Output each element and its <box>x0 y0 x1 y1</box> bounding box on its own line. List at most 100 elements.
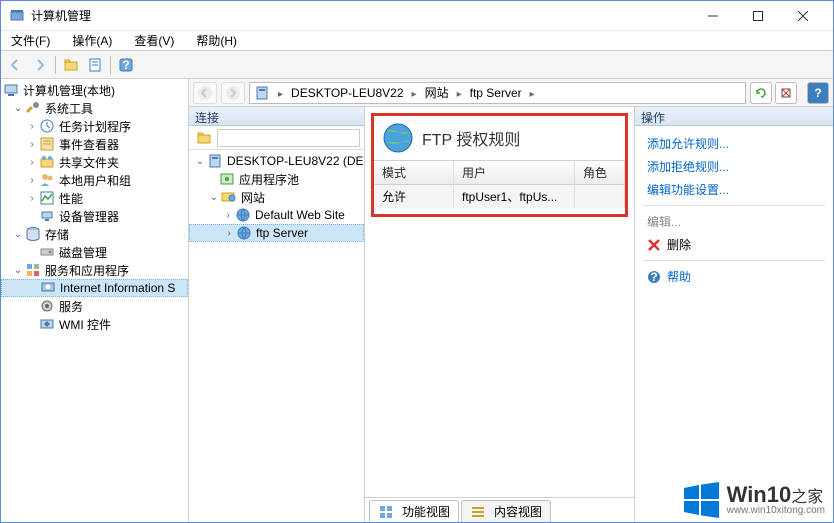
tree-iis[interactable]: Internet Information S <box>1 279 188 297</box>
connections-header: 连接 <box>189 107 364 126</box>
action-delete[interactable]: 删除 <box>635 233 833 256</box>
menu-bar: 文件(F) 操作(A) 查看(V) 帮助(H) <box>1 31 833 51</box>
sites-folder-icon <box>221 189 237 205</box>
maximize-button[interactable] <box>735 2 780 30</box>
crumb-ftpserver[interactable]: ftp Server <box>466 86 526 100</box>
col-mode-header[interactable]: 模式 <box>374 161 454 185</box>
refresh-all-button[interactable] <box>750 82 772 104</box>
device-icon <box>39 208 55 224</box>
table-header-row: 模式 用户 角色 <box>374 161 625 185</box>
collapse-icon[interactable]: ⌄ <box>11 103 25 114</box>
crumb-host[interactable]: DESKTOP-LEU8V22 <box>287 86 408 100</box>
tab-feature-label: 功能视图 <box>402 503 450 520</box>
collapse-icon[interactable]: ⌄ <box>207 192 221 203</box>
close-button[interactable] <box>780 2 825 30</box>
help-button[interactable]: ? <box>807 82 829 104</box>
conn-app-pools[interactable]: 应用程序池 <box>189 170 364 188</box>
tree-root[interactable]: 计算机管理(本地) <box>1 81 188 99</box>
tree-system-tools[interactable]: ⌄ 系统工具 <box>1 99 188 117</box>
chevron-right-icon <box>276 86 285 100</box>
nav-forward-button[interactable] <box>29 54 51 76</box>
expand-icon[interactable]: › <box>25 139 39 150</box>
iis-icon <box>40 280 56 296</box>
ftp-rules-box: FTP 授权规则 模式 用户 角色 允许 ftpUser1、ftpUs... <box>371 113 628 217</box>
action-help[interactable]: ? 帮助 <box>635 265 833 288</box>
breadcrumb-back-button[interactable] <box>193 82 217 104</box>
minimize-button[interactable] <box>690 2 735 30</box>
col-role-header[interactable]: 角色 <box>575 161 625 185</box>
server-icon <box>207 153 223 169</box>
menu-operate[interactable]: 操作(A) <box>68 31 116 50</box>
expand-icon[interactable]: › <box>25 121 39 132</box>
toolbar-help-icon[interactable]: ? <box>115 54 137 76</box>
left-tree-panel[interactable]: 计算机管理(本地) ⌄ 系统工具 › 任务计划程序 › 事件查看器 › 共享文件… <box>1 79 189 522</box>
ftp-title-row: FTP 授权规则 <box>374 116 625 160</box>
col-user-header[interactable]: 用户 <box>454 161 575 185</box>
tree-device-manager[interactable]: 设备管理器 <box>1 207 188 225</box>
expand-icon[interactable]: › <box>25 175 39 186</box>
action-add-allow[interactable]: 添加允许规则... <box>635 132 833 155</box>
tree-task-scheduler[interactable]: › 任务计划程序 <box>1 117 188 135</box>
connections-tree[interactable]: ⌄ DESKTOP-LEU8V22 (DE 应用程序池 ⌄ 网站 › <box>189 150 364 522</box>
tree-performance[interactable]: › 性能 <box>1 189 188 207</box>
tree-disk-mgmt[interactable]: 磁盘管理 <box>1 243 188 261</box>
tree-wmi[interactable]: WMI 控件 <box>1 315 188 333</box>
expand-icon[interactable]: › <box>25 193 39 204</box>
toolbar: ? <box>1 51 833 79</box>
stop-button[interactable] <box>775 82 797 104</box>
action-edit-feature[interactable]: 编辑功能设置... <box>635 178 833 201</box>
tree-services[interactable]: 服务 <box>1 297 188 315</box>
tree-services-apps[interactable]: ⌄ 服务和应用程序 <box>1 261 188 279</box>
center-panel: FTP 授权规则 模式 用户 角色 允许 ftpUser1、ftpUs... <box>365 107 635 522</box>
connections-panel: 连接 ⌄ DESKTOP-LEU8V22 (DE 应用程序池 <box>189 107 365 522</box>
wmi-icon <box>39 316 55 332</box>
action-add-deny[interactable]: 添加拒绝规则... <box>635 155 833 178</box>
svg-text:?: ? <box>122 58 129 72</box>
tree-event-viewer[interactable]: › 事件查看器 <box>1 135 188 153</box>
actions-header: 操作 <box>635 107 833 126</box>
breadcrumb-forward-button[interactable] <box>221 82 245 104</box>
expand-icon[interactable]: › <box>222 228 236 239</box>
tree-storage[interactable]: ⌄ 存储 <box>1 225 188 243</box>
menu-file[interactable]: 文件(F) <box>7 31 54 50</box>
toolbar-properties-icon[interactable] <box>84 54 106 76</box>
conn-ftp-site[interactable]: › ftp Server <box>189 224 364 242</box>
crumb-sites[interactable]: 网站 <box>421 84 453 101</box>
conn-host-node[interactable]: ⌄ DESKTOP-LEU8V22 (DE <box>189 152 364 170</box>
toolbar-folder-icon[interactable] <box>60 54 82 76</box>
management-tree: 计算机管理(本地) ⌄ 系统工具 › 任务计划程序 › 事件查看器 › 共享文件… <box>1 79 188 335</box>
menu-help[interactable]: 帮助(H) <box>192 31 241 50</box>
perf-icon <box>39 190 55 206</box>
connections-folder-button[interactable] <box>193 127 215 149</box>
conn-sites-node[interactable]: ⌄ 网站 <box>189 188 364 206</box>
app-pool-icon <box>219 171 235 187</box>
collapse-icon[interactable]: ⌄ <box>11 265 25 276</box>
globe-large-icon <box>382 122 414 154</box>
tree-local-users[interactable]: › 本地用户和组 <box>1 171 188 189</box>
tab-content-view[interactable]: 内容视图 <box>461 500 551 522</box>
chevron-right-icon <box>455 86 464 100</box>
actions-list: 添加允许规则... 添加拒绝规则... 编辑功能设置... 编辑... 删除 <box>635 126 833 294</box>
content-tab-icon <box>470 504 486 520</box>
toolbar-separator <box>55 56 56 74</box>
action-edit[interactable]: 编辑... <box>635 210 833 233</box>
toolbar-separator <box>110 56 111 74</box>
collapse-icon[interactable]: ⌄ <box>11 229 25 240</box>
breadcrumb-path[interactable]: DESKTOP-LEU8V22 网站 ftp Server <box>249 82 746 104</box>
tab-feature-view[interactable]: 功能视图 <box>369 500 459 522</box>
app-icon <box>9 8 25 24</box>
expand-icon[interactable]: › <box>221 210 235 221</box>
collapse-icon[interactable]: ⌄ <box>193 156 207 167</box>
table-row[interactable]: 允许 ftpUser1、ftpUs... <box>374 185 625 208</box>
tools-icon <box>25 100 41 116</box>
expand-icon[interactable]: › <box>25 157 39 168</box>
connections-search-input[interactable] <box>217 129 360 147</box>
svg-text:?: ? <box>814 86 821 100</box>
nav-back-button[interactable] <box>5 54 27 76</box>
connections-toolbar <box>189 126 364 150</box>
conn-default-site[interactable]: › Default Web Site <box>189 206 364 224</box>
apps-icon <box>25 262 41 278</box>
tree-shared-folders[interactable]: › 共享文件夹 <box>1 153 188 171</box>
menu-view[interactable]: 查看(V) <box>130 31 178 50</box>
window-controls <box>690 2 825 30</box>
